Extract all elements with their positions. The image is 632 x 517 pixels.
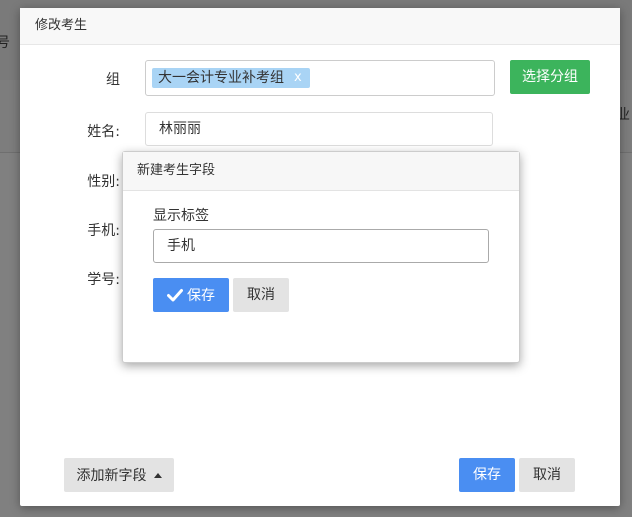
modal-title: 修改考生 — [35, 18, 88, 33]
caret-up-icon — [153, 472, 162, 478]
gender-label: 性别: — [87, 174, 120, 190]
popup-title: 新建考生字段 — [137, 163, 216, 178]
display-label-caption: 显示标签 — [153, 208, 209, 224]
student-id-label: 学号: — [87, 272, 120, 288]
save-button[interactable]: 保存 — [459, 458, 515, 492]
group-select[interactable]: 大一会计专业补考组 x — [145, 60, 495, 96]
check-icon — [167, 289, 183, 302]
group-tag-label: 大一会计专业补考组 — [158, 70, 284, 86]
name-field[interactable]: 林丽丽 — [145, 112, 493, 146]
add-field-button[interactable]: 添加新字段 — [64, 458, 174, 492]
select-group-button[interactable]: 选择分组 — [510, 60, 590, 94]
popup-cancel-button[interactable]: 取消 — [233, 278, 289, 312]
popup-save-button[interactable]: 保存 — [153, 278, 229, 312]
popup-header: 新建考生字段 — [123, 152, 519, 191]
display-label-input[interactable]: 手机 — [153, 229, 489, 263]
name-label: 姓名: — [87, 124, 120, 140]
phone-label: 手机: — [87, 223, 120, 239]
add-field-label: 添加新字段 — [76, 468, 147, 484]
new-field-popup: 新建考生字段 显示标签 手机 保存 取消 — [122, 151, 520, 363]
cancel-button[interactable]: 取消 — [519, 458, 575, 492]
modal-header: 修改考生 — [20, 8, 620, 45]
group-label: 组 — [106, 72, 120, 88]
remove-tag-icon[interactable]: x — [294, 68, 302, 88]
popup-save-label: 保存 — [187, 288, 215, 304]
background-text-fragment: 号 — [0, 35, 10, 51]
group-tag: 大一会计专业补考组 x — [152, 68, 310, 88]
